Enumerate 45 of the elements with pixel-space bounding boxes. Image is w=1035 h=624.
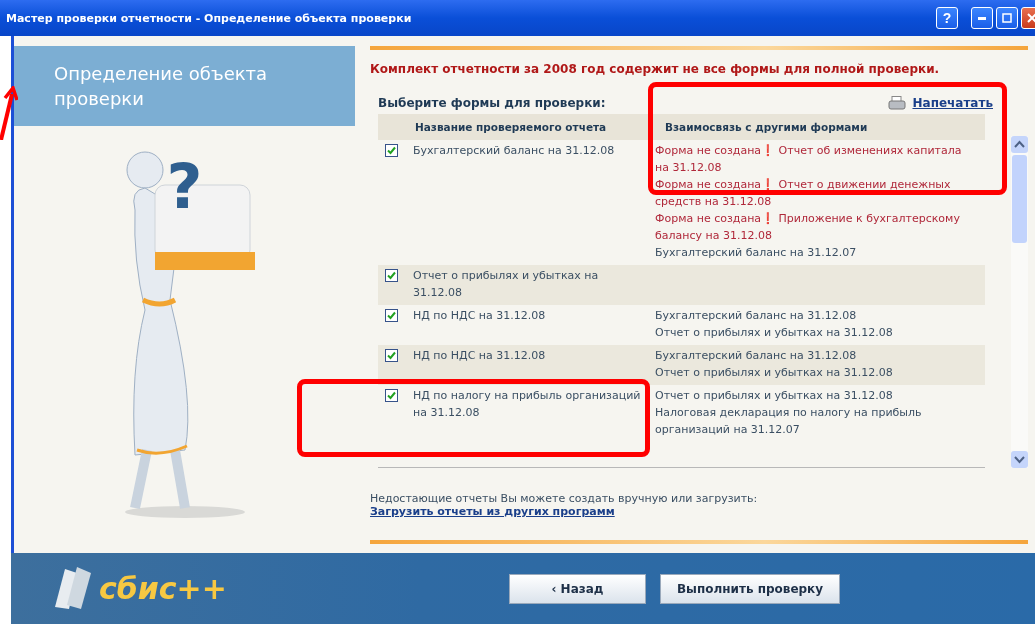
report-name: НД по НДС на 31.12.08 (413, 348, 547, 364)
logo-text: сбис++ (99, 571, 227, 606)
question-mark: ? (166, 156, 203, 218)
help-button[interactable]: ? (936, 7, 958, 29)
scrollbar[interactable] (1011, 136, 1028, 468)
column-header: Взаимосвязь с другими формами (665, 121, 868, 133)
scroll-up-icon[interactable] (1011, 136, 1028, 153)
column-header: Название проверяемого отчета (415, 121, 608, 133)
annotation-arrow (0, 86, 18, 140)
related-form: Бухгалтерский баланс на 31.12.08 (655, 308, 858, 324)
run-check-button[interactable]: Выполнить проверку (660, 573, 840, 604)
related-form: Отчет о прибылях и убытках на 31.12.08 (655, 365, 894, 381)
missing-form-warning: Форма не создана❗ Отчет о движении денежных средств на 31.12.08 (655, 177, 952, 210)
step-title: Определение объекта проверки (14, 46, 355, 126)
back-button[interactable]: ‹ Назад (509, 573, 646, 604)
report-name: НД по НДС на 31.12.08 (413, 308, 547, 324)
report-name: НД по налогу на прибыль организаций на 31.12.08 (413, 388, 642, 421)
related-form: Отчет о прибылях и убытках на 31.12.08 (655, 388, 894, 404)
checkbox[interactable] (385, 349, 398, 362)
missing-form-warning: Форма не создана❗ Отчет об изменениях капитала на 31.12.08 (655, 143, 963, 176)
missing-form-warning: Форма не создана❗ Приложение к бухгалтерскому балансу на 31.12.08 (655, 211, 961, 244)
warning-message: Комплект отчетности за 2008 год содержит не все формы для полной проверки. (370, 62, 941, 76)
import-link[interactable]: Загрузить отчеты из других программ (370, 505, 615, 518)
related-form: Бухгалтерский баланс на 31.12.07 (655, 245, 858, 261)
checkbox[interactable] (385, 144, 398, 157)
related-form: Бухгалтерский баланс на 31.12.08 (655, 348, 858, 364)
checkbox[interactable] (385, 309, 398, 322)
related-form: Налоговая декларация по налогу на прибыль организаций на 31.12.07 (655, 405, 923, 438)
print-link[interactable]: Напечатать (912, 96, 993, 110)
checkbox[interactable] (385, 269, 398, 282)
checkbox[interactable] (385, 389, 398, 402)
minimize-icon (978, 16, 986, 20)
close-icon (1027, 13, 1035, 23)
scroll-thumb[interactable] (1012, 155, 1027, 243)
maximize-button[interactable] (996, 7, 1018, 29)
report-name: Отчет о прибылях и убытках на 31.12.08 (413, 268, 600, 301)
maximize-icon (1002, 13, 1012, 23)
scroll-down-icon[interactable] (1011, 451, 1028, 468)
related-form: Отчет о прибылях и убытках на 31.12.08 (655, 325, 894, 341)
hint-text: Недостающие отчеты Вы можете создать вручную или загрузить: (370, 492, 759, 505)
printer-icon (888, 96, 907, 110)
report-name: Бухгалтерский баланс на 31.12.08 (413, 143, 616, 159)
window-title: Мастер проверки отчетности - Определение объекта проверки (6, 11, 412, 25)
minimize-button[interactable] (971, 7, 993, 29)
section-label: Выберите формы для проверки: (378, 96, 606, 110)
